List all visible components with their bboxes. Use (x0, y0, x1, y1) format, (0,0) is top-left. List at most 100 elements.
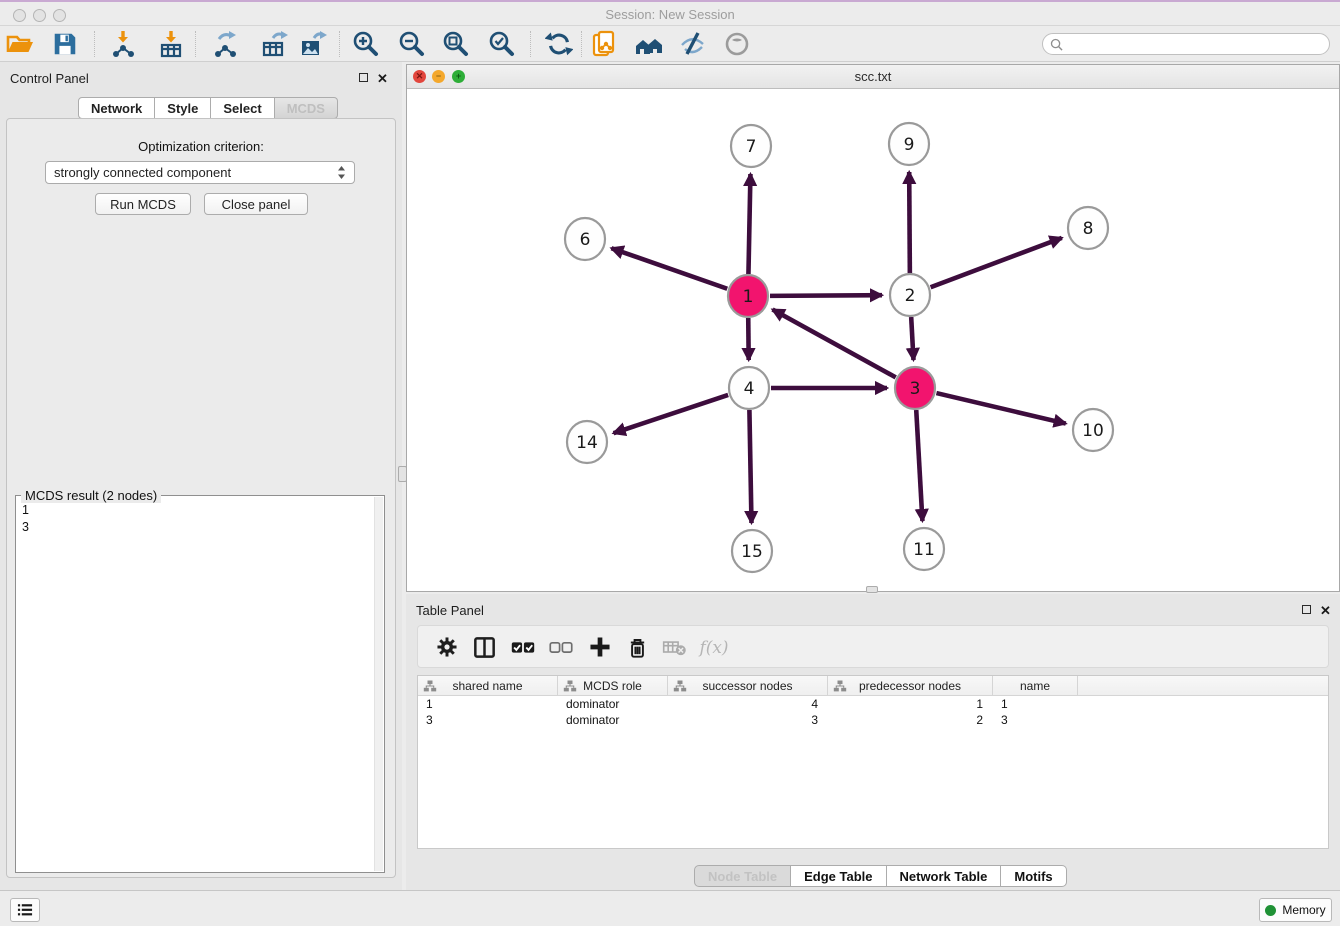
table-panel: Table Panel ✕ f(x) shared nameMCDS roles… (406, 594, 1340, 890)
search-field[interactable] (1042, 33, 1330, 55)
column-sort-icon (833, 679, 847, 693)
tab-mcds[interactable]: MCDS (275, 97, 338, 119)
tab-select[interactable]: Select (211, 97, 274, 119)
graph-edge-3-10[interactable] (936, 393, 1065, 424)
graph-edge-1-6[interactable] (611, 248, 727, 288)
table-cell[interactable]: 3 (993, 712, 1078, 728)
network-window-titlebar[interactable]: ✕ − + scc.txt (407, 65, 1339, 89)
toolbar-separator (195, 31, 196, 57)
column-header-successor-nodes[interactable]: successor nodes (668, 676, 828, 696)
zoom-selected-icon[interactable] (486, 28, 518, 60)
zoom-in-icon[interactable] (350, 28, 382, 60)
table-cell[interactable]: 4 (668, 696, 828, 712)
tab-network-table[interactable]: Network Table (887, 865, 1002, 887)
horizontal-splitter-grip[interactable] (866, 586, 878, 593)
table-cell[interactable]: 3 (418, 712, 558, 728)
graph-edge-1-7[interactable] (748, 174, 750, 274)
graph-node-label: 15 (741, 542, 763, 562)
column-header-label: MCDS role (583, 679, 642, 693)
export-network-icon[interactable] (209, 28, 241, 60)
graph-edge-2-3[interactable] (911, 317, 913, 360)
table-cell[interactable]: 1 (828, 696, 993, 712)
column-header-label: shared name (452, 679, 522, 693)
close-panel-icon[interactable]: ✕ (377, 72, 388, 85)
optimization-criterion-dropdown[interactable]: strongly connected component (45, 161, 355, 184)
column-header-predecessor-nodes[interactable]: predecessor nodes (828, 676, 993, 696)
graph-edge-2-9[interactable] (909, 172, 910, 273)
table-cell[interactable]: dominator (558, 696, 668, 712)
mcds-result-list[interactable]: 1 3 (22, 502, 370, 536)
close-panel-button[interactable]: Close panel (204, 193, 308, 215)
result-scrollbar[interactable] (374, 497, 383, 871)
column-sort-icon (563, 679, 577, 693)
add-column-icon[interactable] (584, 631, 616, 663)
refresh-icon[interactable] (543, 28, 575, 60)
tab-edge-table[interactable]: Edge Table (791, 865, 886, 887)
mcds-tab-content: Optimization criterion: strongly connect… (6, 118, 396, 878)
network-graph[interactable]: 7968124314101511 (407, 89, 1339, 591)
show-tasks-button[interactable] (10, 898, 40, 922)
table-cell[interactable]: dominator (558, 712, 668, 728)
toggle-graphics-details-icon[interactable] (676, 28, 708, 60)
delete-table-icon[interactable] (658, 631, 690, 663)
tab-node-table[interactable]: Node Table (694, 865, 791, 887)
apply-layout-icon[interactable] (633, 28, 665, 60)
export-table-icon[interactable] (259, 28, 291, 60)
column-header-label: predecessor nodes (859, 679, 961, 693)
graph-edge-2-8[interactable] (931, 238, 1062, 287)
clone-network-icon[interactable] (589, 28, 621, 60)
save-session-icon[interactable] (49, 28, 81, 60)
zoom-fit-icon[interactable] (440, 28, 472, 60)
tab-motifs[interactable]: Motifs (1001, 865, 1066, 887)
memory-button[interactable]: Memory (1259, 898, 1332, 922)
table-cell[interactable]: 1 (993, 696, 1078, 712)
table-options-gear-icon[interactable] (431, 631, 463, 663)
function-builder-icon[interactable]: f(x) (696, 631, 728, 663)
table-toolbar: f(x) (417, 625, 1329, 668)
tab-network[interactable]: Network (78, 97, 155, 119)
status-bar: Memory (0, 890, 1340, 926)
toolbar-separator (94, 31, 95, 57)
control-panel-title: Control Panel (10, 71, 89, 86)
tab-style[interactable]: Style (155, 97, 211, 119)
export-image-icon[interactable] (297, 28, 329, 60)
zoom-out-icon[interactable] (396, 28, 428, 60)
app-title: Session: New Session (0, 7, 1340, 22)
graph-edge-1-2[interactable] (770, 295, 882, 296)
run-mcds-button[interactable]: Run MCDS (95, 193, 191, 215)
column-header-shared-name[interactable]: shared name (418, 676, 558, 696)
graph-edge-4-15[interactable] (749, 410, 751, 523)
select-all-columns-icon[interactable] (507, 631, 539, 663)
deselect-all-columns-icon[interactable] (545, 631, 577, 663)
app-titlebar: Session: New Session (0, 0, 1340, 26)
search-input[interactable] (1068, 37, 1329, 51)
graph-edge-3-1[interactable] (773, 310, 896, 378)
import-network-icon[interactable] (107, 28, 139, 60)
graph-edge-3-11[interactable] (916, 410, 922, 521)
table-cell[interactable]: 2 (828, 712, 993, 728)
network-canvas[interactable]: 7968124314101511 (407, 89, 1339, 591)
node-table: shared name MCDS role successor nodes prede… (417, 675, 1329, 849)
open-session-icon[interactable] (4, 28, 36, 60)
float-panel-icon[interactable] (1302, 605, 1311, 614)
table-panel-title: Table Panel (416, 603, 484, 618)
show-column-icon[interactable] (468, 631, 500, 663)
column-sort-icon (423, 679, 437, 693)
graph-node-label: 8 (1083, 219, 1094, 239)
show-hide-panels-icon[interactable] (721, 28, 753, 60)
graph-node-label: 2 (905, 286, 916, 306)
table-cell[interactable]: 1 (418, 696, 558, 712)
graph-node-label: 1 (743, 287, 754, 307)
import-table-icon[interactable] (155, 28, 187, 60)
graph-node-label: 9 (904, 135, 915, 155)
graph-edge-4-14[interactable] (614, 395, 729, 433)
delete-column-icon[interactable] (621, 631, 653, 663)
network-window-title: scc.txt (407, 69, 1339, 84)
column-header-name[interactable]: name (993, 676, 1078, 696)
table-row[interactable]: 1dominator411 (418, 696, 1328, 712)
float-panel-icon[interactable] (359, 73, 368, 82)
column-header-MCDS-role[interactable]: MCDS role (558, 676, 668, 696)
close-panel-icon[interactable]: ✕ (1320, 604, 1331, 617)
table-row[interactable]: 3dominator323 (418, 712, 1328, 728)
table-cell[interactable]: 3 (668, 712, 828, 728)
